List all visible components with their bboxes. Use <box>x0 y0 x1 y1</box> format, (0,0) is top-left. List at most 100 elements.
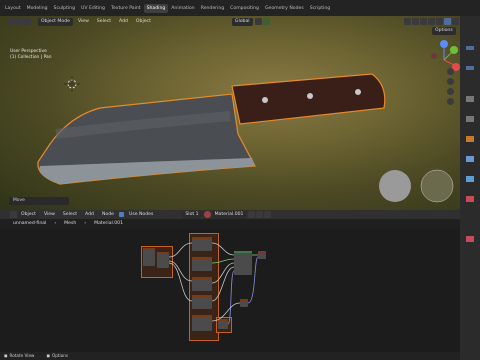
use-nodes-checkbox[interactable] <box>118 212 124 217</box>
fake-user-icon[interactable] <box>248 211 256 218</box>
3d-viewport[interactable]: User Perspective (1) Collection | Pan Mo… <box>0 16 460 210</box>
node-editor-type-icon[interactable] <box>10 211 17 218</box>
properties-tab-icon[interactable] <box>466 196 474 202</box>
handle-rivet <box>355 89 361 95</box>
snap-icon[interactable] <box>262 18 270 25</box>
status-right-text: Options <box>51 353 69 358</box>
workspace-tab-uv-editing[interactable]: UV Editing <box>78 4 108 13</box>
viewport-header: Object Mode View Select Add Object Globa… <box>8 17 460 26</box>
displacement-node[interactable] <box>240 299 248 307</box>
info-line: User Perspective <box>10 49 47 54</box>
xray-icon[interactable] <box>428 18 435 25</box>
workspace-tab-animation[interactable]: Animation <box>168 4 197 13</box>
workspace-tab-texture-paint[interactable]: Texture Paint <box>108 4 144 13</box>
breadcrumb-material: Material.001 <box>94 221 124 226</box>
breadcrumb-sep: › <box>54 221 57 226</box>
overlay-icon[interactable] <box>420 18 427 25</box>
3d-cursor-icon <box>64 76 80 92</box>
node-editor-header: Object View Select Add Node Use Nodes Sl… <box>0 210 460 219</box>
properties-tab-icon[interactable] <box>466 116 474 122</box>
workspace-topbar: Layout Modeling Sculpting UV Editing Texture… <box>0 0 480 16</box>
shader-node[interactable] <box>192 315 212 331</box>
node-add-menu[interactable]: Add <box>82 211 97 219</box>
knife-scene <box>37 40 460 203</box>
visibility-icon[interactable] <box>404 18 411 25</box>
mouse-icon: ◼ <box>46 353 50 358</box>
handle-rivet <box>307 93 313 99</box>
gizmo-icon[interactable] <box>412 18 419 25</box>
slot-dropdown[interactable]: Slot 1 <box>182 210 202 219</box>
shading-rendered-icon[interactable] <box>452 18 459 25</box>
pan-icon[interactable] <box>447 78 454 85</box>
properties-tab-icon[interactable] <box>466 156 474 162</box>
matcap-sphere <box>379 170 411 202</box>
shader-node[interactable] <box>192 295 212 309</box>
select-box-icon[interactable] <box>16 18 23 25</box>
node-canvas[interactable] <box>0 229 460 352</box>
workspace-tab-sculpting[interactable]: Sculpting <box>51 4 78 13</box>
node-links <box>168 242 259 325</box>
node-node-menu[interactable]: Node <box>99 211 117 219</box>
breadcrumb-sep: › <box>84 221 87 226</box>
mode-dropdown[interactable]: Object Mode <box>38 17 73 26</box>
workspace-tab-layout[interactable]: Layout <box>2 4 24 13</box>
status-bar: ◼ Rotate View ◼ Options <box>0 352 460 360</box>
duplicate-icon[interactable] <box>256 211 264 218</box>
shading-solid-icon[interactable] <box>436 18 443 25</box>
hdri-sphere <box>420 169 454 203</box>
workspace-tab-scripting[interactable]: Scripting <box>307 4 333 13</box>
editor-type-icon[interactable] <box>8 18 15 25</box>
handle-rivet <box>262 97 268 103</box>
shader-node[interactable] <box>192 257 212 271</box>
node-select-menu[interactable]: Select <box>60 211 80 219</box>
zoom-icon[interactable] <box>447 68 454 75</box>
options-dropdown[interactable]: Options <box>432 27 456 35</box>
properties-tab-icon[interactable] <box>466 136 474 142</box>
add-menu[interactable]: Add <box>116 18 131 26</box>
breadcrumb-object: unnamed-final <box>13 221 47 226</box>
info-line: (1) Collection | Pan <box>10 54 52 60</box>
material-output-node[interactable] <box>258 251 266 259</box>
properties-tab-icon[interactable] <box>466 46 474 50</box>
select-circle-icon[interactable] <box>24 18 31 25</box>
properties-tab-icon[interactable] <box>466 176 474 182</box>
workspace-tab-modeling[interactable]: Modeling <box>24 4 51 13</box>
shading-material-icon[interactable] <box>444 18 451 25</box>
properties-tab-icon[interactable] <box>466 66 474 70</box>
use-nodes-label: Use Nodes <box>128 211 154 217</box>
workspace-tabs: Layout Modeling Sculpting UV Editing Texture… <box>0 0 480 16</box>
shader-node[interactable] <box>192 277 212 291</box>
mapping-node[interactable] <box>157 252 169 268</box>
material-tab-icon[interactable] <box>466 236 474 242</box>
mouse-icon: ◼ <box>4 353 8 358</box>
grid-icon[interactable] <box>447 98 454 105</box>
normal-map-node[interactable] <box>218 319 228 329</box>
node-breadcrumb: unnamed-final › Mesh › Material.001 <box>0 219 460 229</box>
material-icon <box>203 211 211 218</box>
workspace-tab-compositing[interactable]: Compositing <box>227 4 262 13</box>
camera-icon[interactable] <box>447 88 454 95</box>
properties-tab-icon[interactable] <box>466 96 474 102</box>
unlink-icon[interactable] <box>264 211 272 218</box>
orientation-dropdown[interactable]: Global <box>231 17 253 26</box>
operator-label: Move <box>13 198 25 203</box>
node-view-menu[interactable]: View <box>41 211 58 219</box>
shader-node[interactable] <box>192 237 212 251</box>
view-menu[interactable]: View <box>75 18 92 26</box>
shader-type-dropdown[interactable]: Object <box>18 210 39 219</box>
workspace-tab-shading[interactable]: Shading <box>143 3 169 13</box>
status-left-text: Rotate View <box>9 353 35 358</box>
workspace-tab-geometry-nodes[interactable]: Geometry Nodes <box>262 4 307 13</box>
knife-handle <box>231 73 386 125</box>
pivot-icon[interactable] <box>254 18 262 25</box>
viewport-nav-buttons <box>447 68 454 105</box>
last-operator-panel[interactable]: Move <box>9 197 69 205</box>
object-menu[interactable]: Object <box>133 18 154 26</box>
select-menu[interactable]: Select <box>94 18 114 26</box>
breadcrumb-mesh: Mesh <box>64 221 77 226</box>
image-texture-node[interactable] <box>143 248 155 266</box>
material-name-field[interactable]: Material.001 <box>211 210 247 219</box>
principled-bsdf-node[interactable] <box>234 251 252 275</box>
viewport-info-overlay: User Perspective (1) Collection | Pan <box>10 49 52 60</box>
workspace-tab-rendering[interactable]: Rendering <box>198 4 227 13</box>
